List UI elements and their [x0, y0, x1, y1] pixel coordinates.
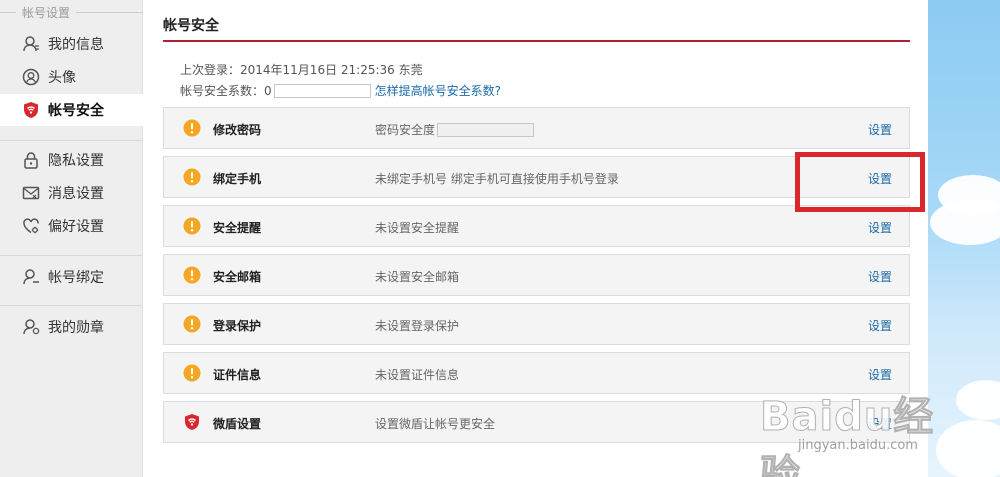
watermark-logo: Baidu经验: [760, 394, 935, 477]
sidebar-item-label: 消息设置: [48, 186, 104, 202]
password-strength-bar: [437, 122, 535, 137]
sidebar-group-title-text: 帐号设置: [22, 6, 71, 20]
row-name: 安全邮箱: [213, 270, 262, 284]
user-link-icon: [22, 268, 40, 286]
sidebar-item-label: 偏好设置: [48, 219, 104, 235]
row-name: 修改密码: [213, 123, 262, 137]
sidebar-item-avatar[interactable]: 头像: [0, 61, 143, 93]
last-login-info: 上次登录：2014年11月16日 21:25:36 东莞: [180, 63, 423, 77]
warning-icon: [183, 168, 201, 186]
row-name: 微盾设置: [213, 417, 262, 431]
row-name: 绑定手机: [213, 172, 262, 186]
medal-user-icon: [22, 318, 40, 336]
sidebar-item-my-info[interactable]: 我的信息: [0, 28, 143, 60]
sidebar-item-label: 我的信息: [48, 37, 104, 53]
warning-icon: [183, 315, 201, 333]
sidebar-item-label: 帐号绑定: [48, 270, 104, 286]
sidebar-group-title: 帐号设置: [0, 0, 143, 26]
security-row-change-password: 修改密码 密码安全度 设置: [163, 107, 910, 149]
user-icon: [22, 35, 40, 53]
weidun-shield-icon: [22, 101, 40, 119]
warning-icon: [183, 266, 201, 284]
watermark-url: jingyan.baidu.com: [798, 438, 918, 453]
weidun-shield-icon: [183, 413, 201, 431]
security-alert-set-button[interactable]: 设置: [868, 219, 892, 236]
row-desc: 未设置登录保护: [375, 319, 460, 333]
warning-icon: [183, 119, 201, 137]
security-score-bar: [273, 83, 371, 98]
row-desc: 设置微盾让帐号更安全: [375, 417, 496, 431]
improve-security-link[interactable]: 怎样提高帐号安全系数?: [375, 82, 501, 99]
security-row-security-email: 安全邮箱 未设置安全邮箱 设置: [163, 254, 910, 296]
sidebar-item-label: 帐号安全: [48, 103, 104, 119]
title-divider: [163, 40, 910, 42]
row-desc: 未设置安全邮箱: [375, 270, 460, 284]
change-password-set-button[interactable]: 设置: [868, 121, 892, 138]
sidebar-item-messages[interactable]: 消息设置: [0, 177, 143, 209]
sidebar-item-my-medals[interactable]: 我的勋章: [0, 311, 143, 343]
page-title: 帐号安全: [163, 18, 219, 34]
login-protection-set-button[interactable]: 设置: [868, 317, 892, 334]
security-row-login-protection: 登录保护 未设置登录保护 设置: [163, 303, 910, 345]
row-desc-text: 密码安全度: [375, 123, 436, 137]
warning-icon: [183, 217, 201, 235]
row-desc: 未设置安全提醒: [375, 221, 460, 235]
sidebar-item-account-security[interactable]: 帐号安全: [0, 94, 143, 126]
row-name: 安全提醒: [213, 221, 262, 235]
highlight-annotation: [795, 152, 925, 212]
sidebar-item-account-binding[interactable]: 帐号绑定: [0, 261, 143, 293]
mail-icon: [22, 184, 40, 202]
security-email-set-button[interactable]: 设置: [868, 268, 892, 285]
avatar-icon: [22, 68, 40, 86]
security-score-line: 帐号安全系数：0 怎样提高帐号安全系数?: [180, 82, 501, 99]
row-name: 登录保护: [213, 319, 262, 333]
sidebar-item-label: 隐私设置: [48, 153, 104, 169]
sidebar: 帐号设置 我的信息 头像 帐号安全 隐私设置 消息设置 偏好设置 帐号绑定 我的…: [0, 0, 143, 477]
row-desc: 未绑定手机号 绑定手机可直接使用手机号登录: [375, 172, 619, 186]
heart-gear-icon: [22, 217, 40, 235]
security-score-label: 帐号安全系数：0: [180, 84, 272, 98]
sidebar-item-label: 我的勋章: [48, 320, 104, 336]
row-desc: 密码安全度: [375, 121, 535, 138]
row-desc: 未设置证件信息: [375, 368, 460, 382]
sidebar-item-privacy[interactable]: 隐私设置: [0, 144, 143, 176]
baidu-jingyan-watermark: Baidu经验 jingyan.baidu.com: [760, 372, 970, 477]
sidebar-item-preferences[interactable]: 偏好设置: [0, 210, 143, 242]
row-name: 证件信息: [213, 368, 262, 382]
lock-icon: [22, 151, 40, 169]
sidebar-item-label: 头像: [48, 70, 76, 86]
warning-icon: [183, 364, 201, 382]
